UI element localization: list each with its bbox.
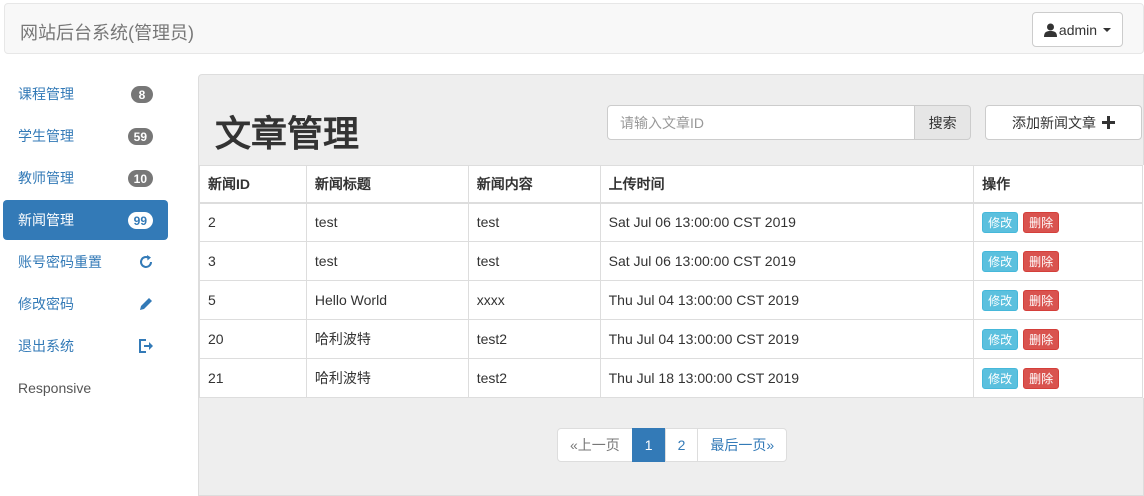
- cell-title: 哈利波特: [305, 319, 469, 359]
- cell-content: test: [467, 241, 601, 281]
- page-title: 文章管理: [215, 113, 360, 154]
- cell-content: test: [467, 202, 601, 242]
- sidebar-item-label: 账号密码重置: [18, 254, 102, 270]
- prev-page-link[interactable]: «上一页: [557, 428, 633, 462]
- user-icon: [1043, 23, 1057, 37]
- search-input[interactable]: [607, 105, 916, 140]
- cell-upload-time: Sat Jul 06 13:00:00 CST 2019: [599, 202, 975, 242]
- edit-button[interactable]: 修改: [982, 328, 1019, 350]
- caret-down-icon: [1103, 27, 1112, 32]
- cell-actions: 修改 删除: [973, 280, 1143, 320]
- count-badge: 8: [131, 86, 153, 103]
- cell-upload-time: Thu Jul 04 13:00:00 CST 2019: [599, 319, 975, 359]
- count-badge: 10: [127, 170, 153, 187]
- edit-button[interactable]: 修改: [982, 367, 1019, 389]
- add-news-label: 添加新闻文章: [1012, 114, 1096, 131]
- brand-title[interactable]: 网站后台系统(管理员): [20, 19, 194, 45]
- cell-content: test2: [467, 319, 601, 359]
- user-menu-button[interactable]: admin: [1032, 12, 1123, 47]
- table-row: 21 哈利波特 test2 Thu Jul 18 13:00:00 CST 20…: [199, 358, 1143, 398]
- top-navbar: 网站后台系统(管理员) admin: [4, 3, 1144, 54]
- add-news-button[interactable]: 添加新闻文章: [985, 105, 1142, 140]
- pagination: «上一页 1 2 最后一页»: [557, 428, 788, 462]
- cell-id: 5: [199, 280, 307, 320]
- cell-actions: 修改 删除: [973, 358, 1143, 398]
- table-row: 5 Hello World xxxx Thu Jul 04 13:00:00 C…: [199, 280, 1143, 320]
- table-row: 2 test test Sat Jul 06 13:00:00 CST 2019…: [199, 202, 1143, 242]
- cell-title: Hello World: [305, 280, 469, 320]
- sidebar-item-students[interactable]: 学生管理 59: [3, 116, 168, 156]
- cell-actions: 修改 删除: [973, 202, 1143, 242]
- cell-title: 哈利波特: [305, 358, 469, 398]
- cell-upload-time: Sat Jul 06 13:00:00 CST 2019: [599, 241, 975, 281]
- cell-id: 21: [199, 358, 307, 398]
- cell-id: 3: [199, 241, 307, 281]
- page-link-1[interactable]: 1: [631, 428, 666, 462]
- table-row: 20 哈利波特 test2 Thu Jul 04 13:00:00 CST 20…: [199, 319, 1143, 359]
- column-header: 新闻ID: [199, 165, 307, 204]
- edit-button[interactable]: 修改: [982, 211, 1019, 233]
- cell-content: test2: [467, 358, 601, 398]
- search-group: 搜索: [607, 105, 971, 140]
- news-table: 新闻ID 新闻标题 新闻内容 上传时间 操作 2 test test Sat J…: [199, 165, 1143, 398]
- delete-button[interactable]: 删除: [1023, 367, 1060, 389]
- sidebar-item-label: 教师管理: [18, 170, 74, 186]
- edit-button[interactable]: 修改: [982, 250, 1019, 272]
- sidebar-item-teachers[interactable]: 教师管理 10: [3, 158, 168, 198]
- cell-upload-time: Thu Jul 04 13:00:00 CST 2019: [599, 280, 975, 320]
- user-menu-label: admin: [1058, 21, 1098, 38]
- cell-title: test: [305, 241, 469, 281]
- sidebar-footer-text: Responsive: [18, 380, 92, 396]
- cell-content: xxxx: [467, 280, 601, 320]
- column-header: 操作: [973, 165, 1143, 204]
- table-header-row: 新闻ID 新闻标题 新闻内容 上传时间 操作: [199, 165, 1143, 204]
- last-page-link[interactable]: 最后一页»: [697, 428, 788, 462]
- cell-actions: 修改 删除: [973, 319, 1143, 359]
- sidebar-item-logout[interactable]: 退出系统: [3, 326, 168, 366]
- column-header: 上传时间: [599, 165, 975, 204]
- sidebar-item-label: 学生管理: [18, 128, 74, 144]
- sidebar-item-label: 新闻管理: [18, 212, 74, 228]
- delete-button[interactable]: 删除: [1023, 211, 1060, 233]
- logout-icon: [139, 339, 153, 353]
- cell-id: 20: [199, 319, 307, 359]
- delete-button[interactable]: 删除: [1023, 250, 1060, 272]
- refresh-icon: [140, 255, 152, 268]
- delete-button[interactable]: 删除: [1023, 289, 1060, 311]
- news-table-wrapper: 新闻ID 新闻标题 新闻内容 上传时间 操作 2 test test Sat J…: [199, 165, 1144, 398]
- search-button[interactable]: 搜索: [915, 105, 971, 140]
- page-link-2[interactable]: 2: [664, 428, 699, 462]
- column-header: 新闻标题: [305, 165, 469, 204]
- plus-icon: [1102, 116, 1115, 129]
- count-badge: 99: [127, 212, 153, 229]
- sidebar-item-change-password[interactable]: 修改密码: [3, 284, 168, 324]
- count-badge: 59: [127, 128, 153, 145]
- sidebar-item-courses[interactable]: 课程管理 8: [3, 74, 168, 114]
- delete-button[interactable]: 删除: [1023, 328, 1060, 350]
- sidebar-item-label: 修改密码: [18, 296, 74, 312]
- sidebar-item-label: 课程管理: [18, 86, 74, 102]
- sidebar-item-reset-account[interactable]: 账号密码重置: [3, 242, 168, 282]
- column-header: 新闻内容: [467, 165, 601, 204]
- cell-upload-time: Thu Jul 18 13:00:00 CST 2019: [599, 358, 975, 398]
- edit-button[interactable]: 修改: [982, 289, 1019, 311]
- table-row: 3 test test Sat Jul 06 13:00:00 CST 2019…: [199, 241, 1143, 281]
- cell-actions: 修改 删除: [973, 241, 1143, 281]
- main-panel: 文章管理 搜索 添加新闻文章 新闻ID 新闻标题 新闻内容 上传时间 操作: [198, 74, 1144, 496]
- cell-id: 2: [199, 202, 307, 242]
- sidebar-item-news[interactable]: 新闻管理 99: [3, 200, 168, 240]
- pencil-icon: [140, 298, 152, 310]
- sidebar-item-label: 退出系统: [18, 338, 74, 354]
- cell-title: test: [305, 202, 469, 242]
